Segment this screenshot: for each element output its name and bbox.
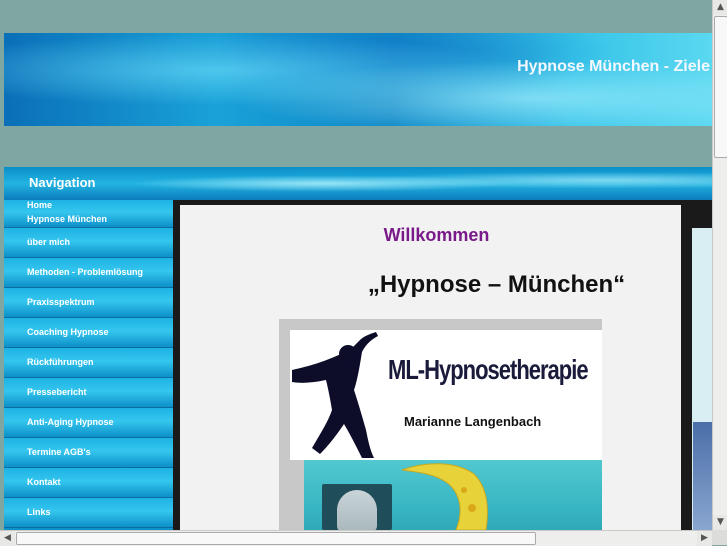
dancing-figure-icon [292,332,378,458]
sidebar-item-label: Coaching Hypnose [27,327,109,337]
sidebar-item-label: über mich [27,237,71,247]
horizontal-scrollbar[interactable]: ◀ ▶ [0,530,712,546]
scroll-down-icon[interactable]: ▼ [713,515,727,530]
welcome-heading: Willkommen [383,225,490,245]
logo-title: ML-Hypnosetherapie [388,354,589,386]
vertical-scrollbar[interactable]: ▲ ▼ [712,0,727,530]
sidebar-item-anti-aging[interactable]: Anti-Aging Hypnose [4,408,173,438]
right-image [693,422,712,530]
sidebar-item-ueber-mich[interactable]: über mich [4,228,173,258]
portrait-face [337,490,377,532]
sidebar-item-label: Kontakt [27,477,61,487]
portrait-photo [322,484,392,532]
moon-image [304,460,602,532]
logo-subtitle: Marianne Langenbach [404,414,542,429]
horizontal-scroll-thumb[interactable] [16,532,536,545]
sidebar-item-hypnose-muenchen[interactable]: Hypnose München [27,214,107,224]
sidebar-item-home-group: Home Hypnose München [4,200,173,228]
sidebar-item-label: Pressebericht [27,387,87,397]
sidebar-item-pressebericht[interactable]: Pressebericht [4,378,173,408]
scrollbar-corner [712,530,727,545]
vertical-scroll-thumb[interactable] [714,16,727,158]
sidebar-item-label: Methoden - Problemlösung [27,267,143,277]
moon-icon [401,463,488,530]
header-banner: Hypnose München - Ziele [4,33,712,126]
sidebar-item-coaching[interactable]: Coaching Hypnose [4,318,173,348]
sidebar-item-label: Links [27,507,51,517]
logo-image: ML-Hypnosetherapie Marianne Langenbach [290,330,602,460]
sidebar-nav: Home Hypnose München über mich Methoden … [4,200,173,530]
scroll-right-icon[interactable]: ▶ [697,531,712,546]
sidebar-item-label: Termine AGB's [27,447,91,457]
sidebar-item-methoden[interactable]: Methoden - Problemlösung [4,258,173,288]
sidebar-item-links[interactable]: Links [4,498,173,528]
sidebar-item-rueckfuehrungen[interactable]: Rückführungen [4,348,173,378]
sidebar-item-home[interactable]: Home [27,200,52,210]
scroll-left-icon[interactable]: ◀ [0,531,15,546]
site-title: Hypnose München - Ziele [517,58,710,75]
sidebar-item-kontakt[interactable]: Kontakt [4,468,173,498]
sidebar-item-label: Praxisspektrum [27,297,95,307]
sidebar-item-praxisspektrum[interactable]: Praxisspektrum [4,288,173,318]
sidebar-item-label: Anti-Aging Hypnose [27,417,114,427]
sidebar-item-termine[interactable]: Termine AGB's [4,438,173,468]
nav-header-strip: Navigation [4,167,712,200]
page-headline: „Hypnose – München“ [367,271,626,298]
sidebar-item-label: Rückführungen [27,357,94,367]
scroll-up-icon[interactable]: ▲ [713,0,727,15]
nav-title: Navigation [29,175,96,190]
